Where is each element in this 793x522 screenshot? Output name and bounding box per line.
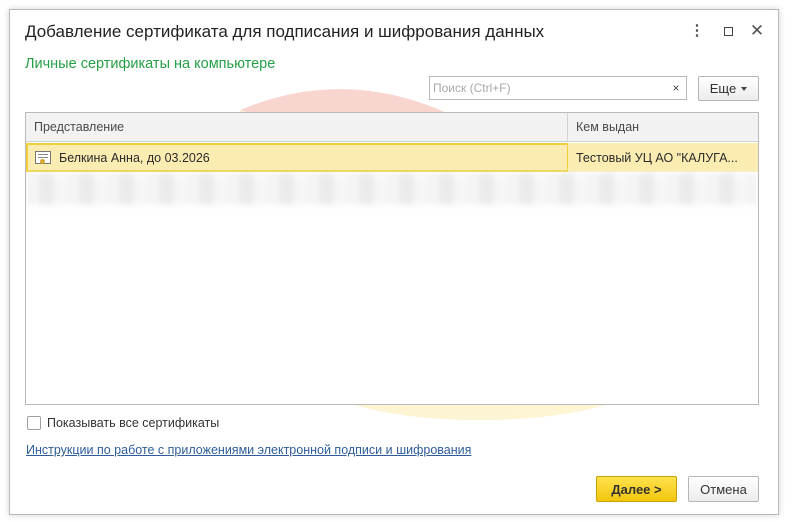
close-icon[interactable]: ✕	[748, 21, 766, 40]
table-header: Представление Кем выдан	[26, 113, 758, 142]
table-row[interactable]: Белкина Анна, до 03.2026 Тестовый УЦ АО …	[26, 143, 758, 172]
maximize-icon[interactable]	[719, 22, 737, 40]
certificate-icon	[35, 151, 51, 164]
chevron-down-icon	[741, 86, 748, 91]
show-all-checkbox[interactable]	[27, 416, 41, 430]
show-all-label: Показывать все сертификаты	[47, 416, 220, 430]
cell-issuer: Тестовый УЦ АО "КАЛУГА...	[576, 150, 738, 165]
certificate-name: Белкина Анна, до 03.2026	[59, 150, 210, 165]
dialog-title: Добавление сертификата для подписания и …	[25, 22, 545, 41]
column-header-issuer[interactable]: Кем выдан	[568, 113, 758, 142]
blurred-row	[26, 173, 758, 205]
more-vertical-icon[interactable]: ⋮	[688, 22, 706, 40]
dialog-subtitle: Личные сертификаты на компьютере	[25, 56, 276, 72]
instructions-link[interactable]: Инструкции по работе с приложениями элек…	[26, 443, 471, 457]
column-header-representation[interactable]: Представление	[26, 113, 568, 142]
certificates-table: Представление Кем выдан Белкина Анна, до…	[25, 112, 759, 405]
search-clear-button[interactable]: ×	[666, 76, 687, 100]
search-input[interactable]	[430, 77, 645, 99]
more-button[interactable]: Еще	[698, 76, 759, 101]
cell-certificate-name: Белкина Анна, до 03.2026	[26, 143, 568, 172]
search-box	[429, 76, 667, 100]
more-button-label: Еще	[709, 81, 737, 96]
show-all-toggle[interactable]: Показывать все сертификаты	[27, 416, 219, 430]
dialog-window: УЧЕТ БЕЗ ЗАБОТ Добавление сертификата дл…	[9, 9, 779, 515]
next-button[interactable]: Далее >	[596, 476, 677, 502]
cancel-button[interactable]: Отмена	[688, 476, 759, 502]
